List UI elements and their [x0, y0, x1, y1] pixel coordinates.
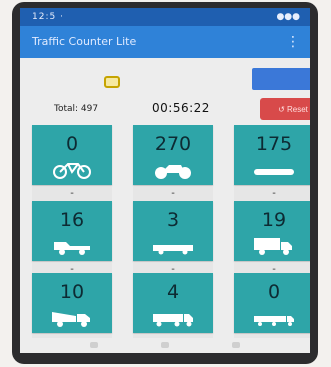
total-count: Total: 497	[54, 104, 99, 114]
status-icons: ●●●	[276, 12, 300, 22]
pickup-truck-icon	[54, 242, 90, 255]
tile-count: 4	[166, 281, 180, 303]
dump-truck-icon	[52, 312, 90, 327]
status-bar: 12:5 · ●●●	[20, 8, 310, 26]
tile-count: 16	[59, 209, 85, 231]
tile-count: 19	[261, 209, 287, 231]
trailer-truck-icon	[153, 314, 193, 327]
truck-icon	[254, 238, 292, 255]
nav-back-icon[interactable]	[90, 342, 98, 348]
elapsed-timer: 00:56:22	[152, 101, 210, 115]
blue-action-button[interactable]	[252, 68, 310, 90]
app-screen: 12:5 · ●●● Traffic Counter Lite ⋮ Total:…	[20, 8, 310, 353]
tile-count: 3	[166, 209, 180, 231]
tile-trailer-truck[interactable]: 4	[133, 273, 213, 333]
bus-icon	[153, 245, 193, 255]
tile-count: 270	[154, 133, 192, 155]
tile-count: 10	[59, 281, 85, 303]
tile-bus[interactable]: 3	[133, 201, 213, 261]
key-icon[interactable]	[104, 76, 120, 88]
tile-car[interactable]: 175	[234, 125, 310, 185]
status-time: 12:5 ·	[32, 12, 64, 22]
reset-button[interactable]: ↺ Reset	[260, 98, 310, 120]
car-icon	[254, 169, 294, 175]
tile-motorcycle[interactable]: 270	[133, 125, 213, 185]
long-truck-icon	[254, 316, 294, 326]
system-nav-bar	[20, 338, 310, 353]
bicycle-icon	[53, 163, 91, 179]
tile-count: 0	[267, 281, 281, 303]
app-bar: Traffic Counter Lite ⋮	[20, 26, 310, 58]
nav-recents-icon[interactable]	[232, 342, 240, 348]
tile-bicycle[interactable]: 0	[32, 125, 112, 185]
tile-pickup[interactable]: 16	[32, 201, 112, 261]
motorcycle-icon	[155, 165, 191, 179]
tile-dump-truck[interactable]: 10	[32, 273, 112, 333]
tile-count: 175	[255, 133, 293, 155]
tile-count: 0	[65, 133, 79, 155]
tile-long-truck[interactable]: 0	[234, 273, 310, 333]
app-title: Traffic Counter Lite	[32, 35, 137, 48]
nav-home-icon[interactable]	[161, 342, 169, 348]
tile-truck[interactable]: 19	[234, 201, 310, 261]
overflow-menu-icon[interactable]: ⋮	[284, 32, 302, 52]
